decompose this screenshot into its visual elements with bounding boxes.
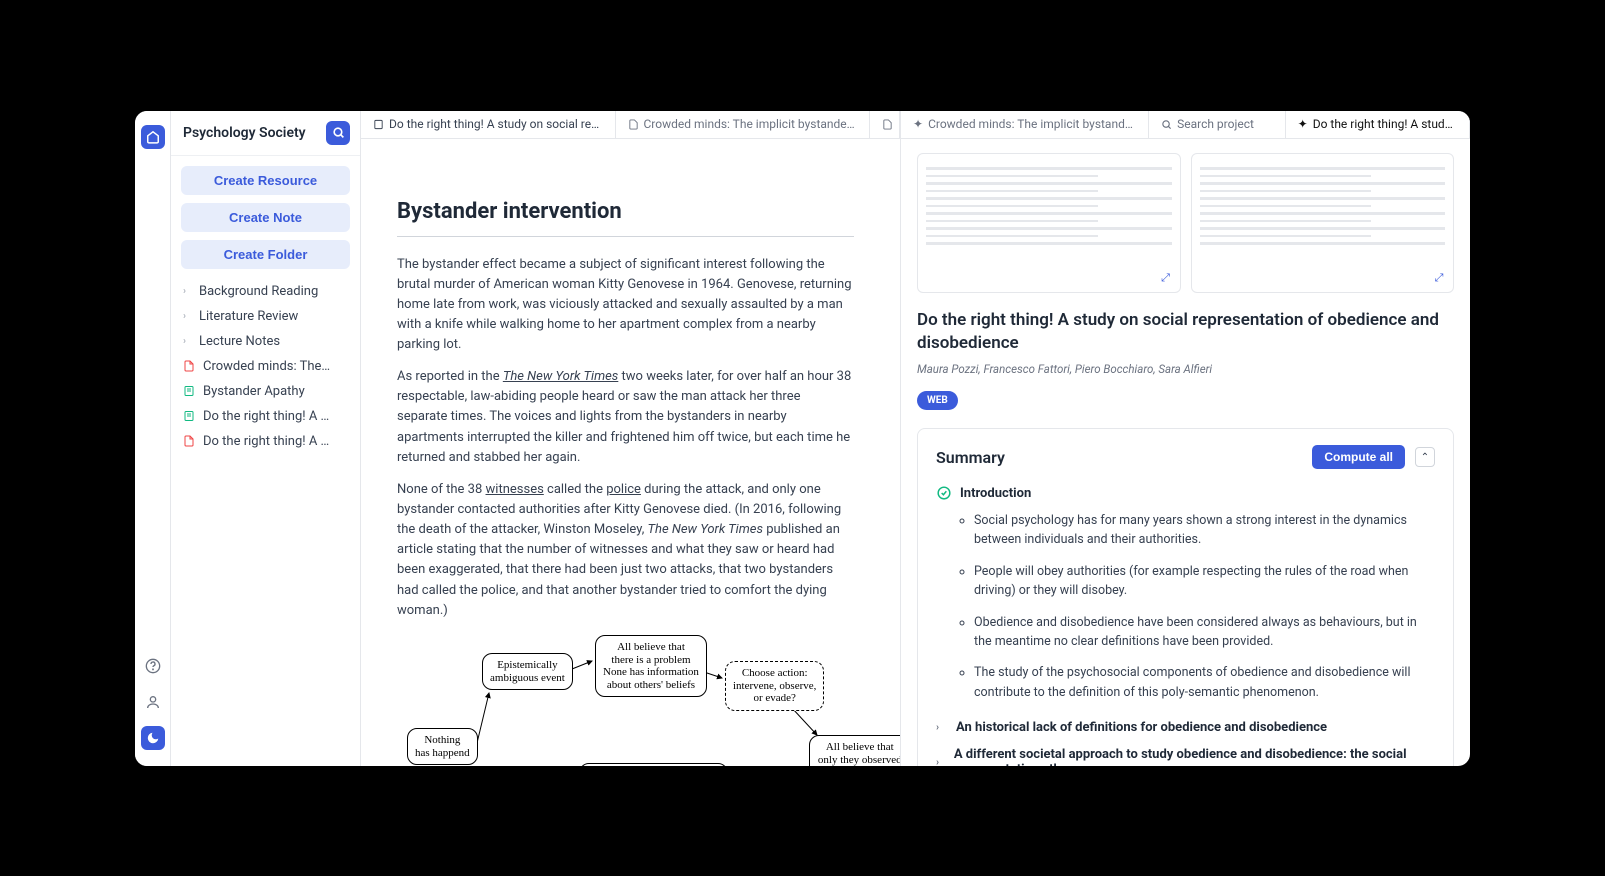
summary-bullets: Social psychology has for many years sho… [936, 511, 1435, 702]
flow-box: Nothinghas happend [407, 728, 478, 765]
divider [397, 236, 854, 237]
paragraph: As reported in the The New York Times tw… [397, 367, 854, 468]
paragraph: The bystander effect became a subject of… [397, 255, 854, 356]
tab-label: Crowded minds: The implicit bystander e… [928, 117, 1136, 131]
bullet: The study of the psychosocial components… [974, 663, 1435, 702]
document-content: Bystander intervention The bystander eff… [361, 139, 900, 766]
chevron-right-icon: › [183, 311, 193, 322]
help-icon[interactable] [141, 654, 165, 678]
flow-box: All believe thatonly they observedOthers… [809, 735, 900, 766]
flow-box: Interpretation of action:what beliefs co… [579, 763, 728, 766]
bullet: Social psychology has for many years sho… [974, 511, 1435, 550]
check-icon [936, 485, 952, 501]
link-witnesses[interactable]: witnesses [486, 482, 544, 497]
note-icon [373, 119, 384, 130]
summary-card: Summary Compute all ⌃ Introduction Socia… [917, 428, 1454, 765]
flowchart-diagram: Nothinghas happend Epistemicallyambiguou… [397, 633, 900, 766]
sidebar-item-background-reading[interactable]: ›Background Reading [177, 279, 354, 304]
sidebar-item-crowded-minds[interactable]: Crowded minds: The… [177, 354, 354, 379]
editor-tabs: Do the right thing! A study on social re… [361, 111, 900, 139]
project-title: Psychology Society [183, 125, 306, 141]
compute-all-button[interactable]: Compute all [1312, 445, 1405, 469]
collapse-button[interactable]: ⌃ [1415, 447, 1435, 467]
sidebar-item-lecture-notes[interactable]: ›Lecture Notes [177, 329, 354, 354]
sidebar: Psychology Society Create Resource Creat… [171, 111, 361, 766]
app-window: Psychology Society Create Resource Creat… [135, 111, 1470, 766]
link-police[interactable]: police [606, 482, 641, 497]
tab-crowded-minds-ai[interactable]: ✦ Crowded minds: The implicit bystander … [901, 111, 1149, 138]
page-thumbnail[interactable]: ⤢ [917, 153, 1181, 293]
sidebar-item-literature-review[interactable]: ›Literature Review [177, 304, 354, 329]
tab-label: Do the right thing! A study on social re… [389, 117, 603, 131]
chevron-right-icon: › [936, 722, 948, 733]
page-thumbnail[interactable]: ⤢ [1191, 153, 1455, 293]
note-icon [183, 384, 197, 398]
chevron-right-icon: › [936, 757, 946, 766]
sidebar-item-bystander-apathy[interactable]: Bystander Apathy [177, 379, 354, 404]
section-introduction[interactable]: Introduction [936, 485, 1435, 501]
create-folder-button[interactable]: Create Folder [181, 240, 350, 269]
doc-icon [882, 119, 893, 130]
section-societal[interactable]: › A different societal approach to study… [936, 741, 1435, 765]
note-icon [183, 409, 197, 423]
thumbnails: ⤢ ⤢ [917, 153, 1454, 293]
paper-title: Do the right thing! A study on social re… [917, 309, 1454, 357]
right-body: ⤢ ⤢ Do the right thing! A study on socia… [901, 139, 1470, 766]
create-resource-button[interactable]: Create Resource [181, 166, 350, 195]
doc-title: Bystander intervention [397, 199, 854, 224]
right-tabs: ✦ Crowded minds: The implicit bystander … [901, 111, 1470, 139]
sparkle-icon: ✦ [1298, 117, 1308, 131]
tab-label: Crowded minds: The implicit bystander e… [644, 117, 858, 131]
create-note-button[interactable]: Create Note [181, 203, 350, 232]
file-tree: ›Background Reading ›Literature Review ›… [171, 279, 360, 454]
flow-box: All believe thatthere is a problemNone h… [595, 635, 707, 698]
chevron-right-icon: › [183, 286, 193, 297]
tab-do-right-ai[interactable]: ✦ Do the right thing! A study on [1286, 111, 1470, 138]
chevron-right-icon: › [183, 336, 193, 347]
expand-icon[interactable]: ⤢ [1431, 270, 1447, 286]
left-rail [135, 111, 171, 766]
tab-do-right[interactable]: Do the right thing! A study on social re… [361, 111, 616, 138]
home-icon[interactable] [141, 125, 165, 149]
sparkle-icon: ✦ [913, 117, 923, 131]
search-button[interactable] [326, 121, 350, 145]
main-area: Do the right thing! A study on social re… [361, 111, 1470, 766]
editor-column: Do the right thing! A study on social re… [361, 111, 900, 766]
doc-body: The bystander effect became a subject of… [397, 255, 854, 621]
doc-icon [628, 119, 639, 130]
tab-label: Do the right thing! A study on [1313, 117, 1457, 131]
summary-heading: Summary [936, 448, 1005, 467]
tab-b[interactable]: B [870, 111, 900, 138]
section-history[interactable]: › An historical lack of definitions for … [936, 714, 1435, 741]
tab-search-project[interactable]: Search project [1149, 111, 1286, 138]
tab-label: Search project [1177, 117, 1254, 131]
section-title: Introduction [960, 486, 1031, 501]
search-icon [1161, 119, 1172, 130]
web-badge: WEB [917, 391, 958, 410]
pdf-icon [183, 434, 197, 448]
pdf-icon [183, 359, 197, 373]
flow-box: Epistemicallyambiguous event [482, 653, 573, 690]
theme-icon[interactable] [141, 726, 165, 750]
section-title: A different societal approach to study o… [954, 747, 1435, 765]
bullet: People will obey authorities (for exampl… [974, 562, 1435, 601]
paragraph: None of the 38 witnesses called the poli… [397, 480, 854, 621]
sidebar-item-do-right-note[interactable]: Do the right thing! A … [177, 404, 354, 429]
bullet: Obedience and disobedience have been con… [974, 613, 1435, 652]
link-nyt[interactable]: The New York Times [503, 369, 618, 384]
section-title: An historical lack of definitions for ob… [956, 720, 1327, 735]
expand-icon[interactable]: ⤢ [1158, 270, 1174, 286]
sidebar-item-do-right-pdf[interactable]: Do the right thing! A … [177, 429, 354, 454]
tab-crowded-minds[interactable]: Crowded minds: The implicit bystander e… [616, 111, 871, 138]
paper-authors: Maura Pozzi, Francesco Fattori, Piero Bo… [917, 362, 1454, 376]
flow-box: Choose action:intervene, observe,or evad… [725, 661, 824, 711]
research-panel: ✦ Crowded minds: The implicit bystander … [900, 111, 1470, 766]
user-icon[interactable] [141, 690, 165, 714]
